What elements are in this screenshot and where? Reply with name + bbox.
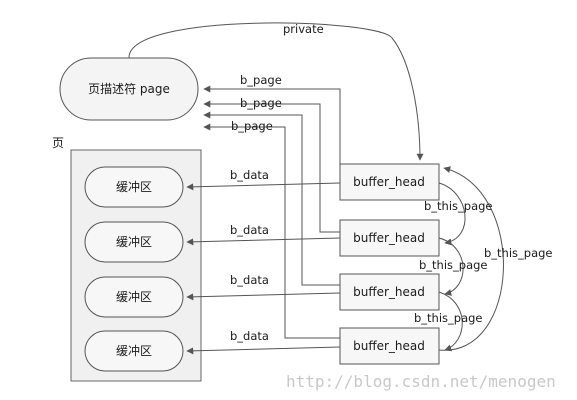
buffer-head-diagram: 页描述符 page 页 缓冲区 缓冲区 缓冲区 缓冲区 buffer_head …	[52, 22, 556, 391]
buffer-label: 缓冲区	[116, 234, 152, 249]
buffer-head-label: buffer_head	[353, 231, 425, 245]
buffer-head-label: buffer_head	[353, 285, 425, 299]
buffer-head-label: buffer_head	[353, 175, 425, 189]
edge-b-data-label: b_data	[230, 223, 269, 237]
buffer-head-node: buffer_head	[339, 273, 440, 311]
edge-b-data	[186, 237, 341, 246]
edge-b-data	[186, 292, 341, 301]
edge-b-data-label: b_data	[230, 273, 269, 287]
edge-b-page-label: b_page	[231, 119, 273, 133]
edge-b-this-page-label: b_this_page	[414, 311, 483, 325]
buffer-node: 缓冲区	[84, 330, 184, 372]
edge-b-this-page-label: b_this_page	[419, 258, 488, 272]
edge-b-page-label: b_page	[240, 96, 282, 110]
page-descriptor-label: 页描述符 page	[88, 81, 170, 96]
buffer-label: 缓冲区	[116, 343, 152, 358]
watermark: http://blog.csdn.net/menogen	[286, 372, 556, 391]
page-descriptor-node: 页描述符 page	[59, 57, 199, 121]
buffer-head-label: buffer_head	[353, 339, 425, 353]
buffer-head-node: buffer_head	[339, 327, 440, 365]
edge-b-data	[186, 346, 341, 355]
buffer-head-node: buffer_head	[339, 219, 440, 257]
page-label: 页	[52, 136, 64, 150]
edge-b-this-page-label: b_this_page	[424, 199, 493, 213]
buffer-label: 缓冲区	[116, 179, 152, 194]
buffer-node: 缓冲区	[84, 276, 184, 318]
buffer-node: 缓冲区	[84, 221, 184, 263]
edge-b-this-page-label: b_this_page	[484, 246, 553, 260]
edge-b-this-page	[438, 182, 466, 246]
edge-b-data-label: b_data	[230, 329, 269, 343]
buffer-node: 缓冲区	[84, 166, 184, 208]
edge-b-data-label: b_data	[230, 168, 269, 182]
edge-b-page-label: b_page	[240, 73, 282, 87]
buffer-label: 缓冲区	[116, 289, 152, 304]
edge-private-label: private	[283, 22, 324, 36]
buffer-head-node: buffer_head	[339, 163, 440, 201]
edge-b-data	[186, 182, 341, 191]
